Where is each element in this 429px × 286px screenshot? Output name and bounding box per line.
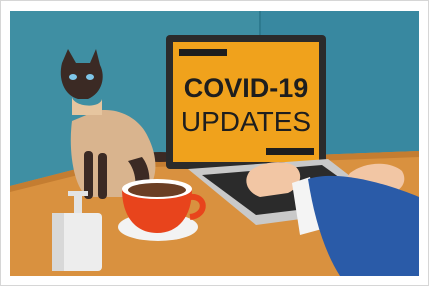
bottle-pump bbox=[74, 191, 82, 213]
cat-front-leg-right bbox=[98, 153, 107, 199]
screen-headline-updates: UPDATES bbox=[181, 106, 311, 137]
screen-stripe-bottom bbox=[266, 148, 314, 155]
image-frame: COVID-19 UPDATES bbox=[0, 0, 429, 286]
cat-eye-left bbox=[69, 74, 77, 80]
screen-headline-covid: COVID-19 bbox=[184, 73, 309, 103]
covid-updates-illustration: COVID-19 UPDATES bbox=[10, 11, 419, 276]
cat-eye-right bbox=[86, 74, 94, 80]
screen-stripe-top bbox=[179, 49, 227, 56]
bottle-shadow bbox=[52, 213, 64, 271]
coffee bbox=[128, 183, 186, 197]
